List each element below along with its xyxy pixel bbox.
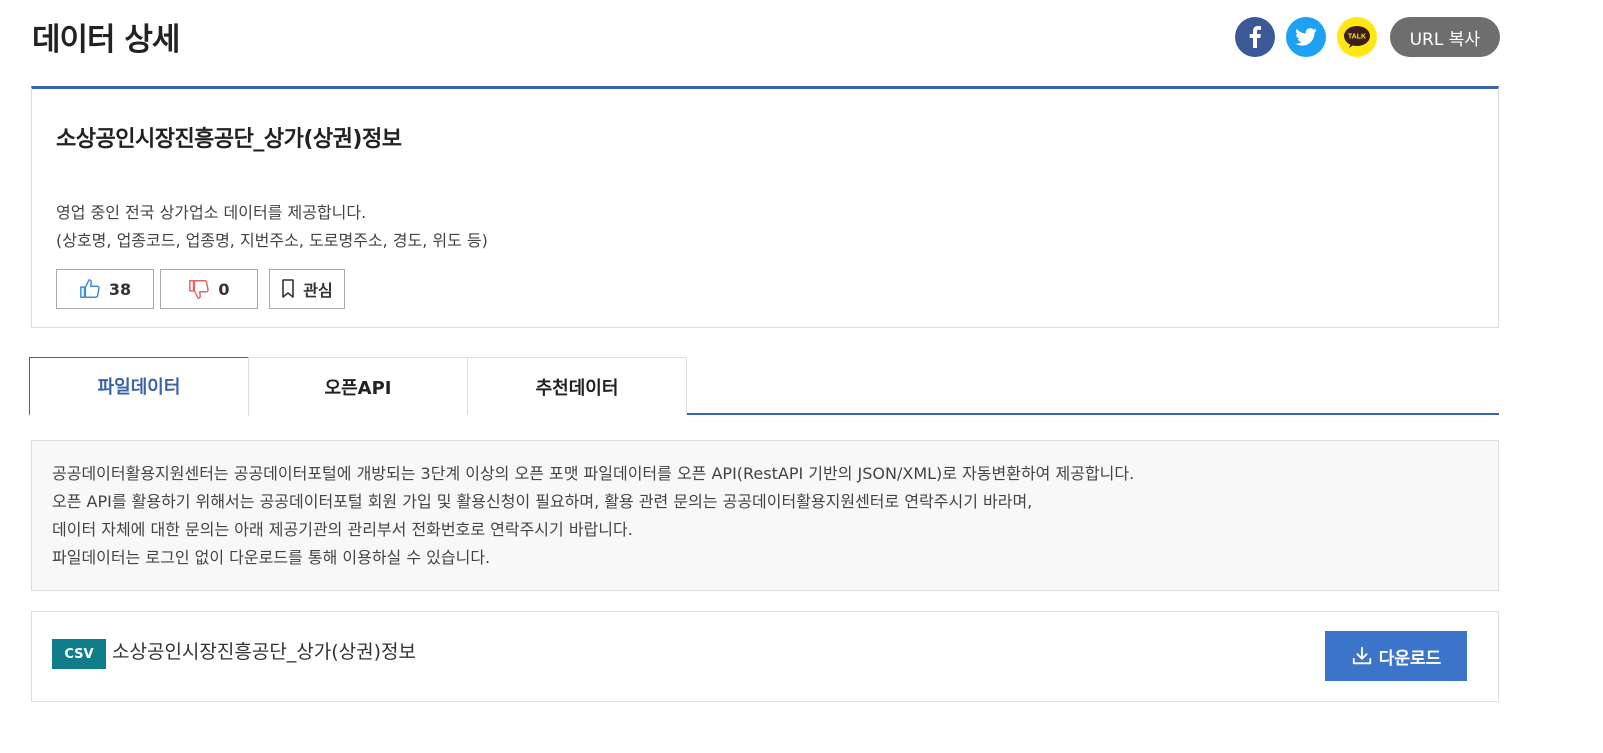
tab-file-data[interactable]: 파일데이터 <box>29 357 249 416</box>
dislike-count: 0 <box>218 279 230 299</box>
download-button[interactable]: 다운로드 <box>1325 631 1467 681</box>
dataset-title: 소상공인시장진흥공단_상가(상권)정보 <box>56 127 402 152</box>
kakaotalk-icon-text: TALK <box>1348 34 1366 41</box>
file-name: 소상공인시장진흥공단_상가(상권)정보 <box>112 641 417 663</box>
dataset-summary-card: 소상공인시장진흥공단_상가(상권)정보 영업 중인 전국 상가업소 데이터를 제… <box>31 86 1499 328</box>
like-count: 38 <box>108 279 132 299</box>
twitter-icon <box>1294 28 1317 46</box>
notice-line: 공공데이터활용지원센터는 공공데이터포털에 개방되는 3단계 이상의 오픈 포맷… <box>52 464 1135 483</box>
url-copy-button[interactable]: URL 복사 <box>1389 17 1500 57</box>
dataset-description: 영업 중인 전국 상가업소 데이터를 제공합니다. (상호명, 업종코드, 업종… <box>56 199 488 255</box>
dislike-button[interactable]: 0 <box>160 269 258 309</box>
thumbs-down-icon <box>189 280 210 299</box>
tab-recommended-data[interactable]: 추천데이터 <box>467 357 687 415</box>
download-icon <box>1352 646 1371 665</box>
favorite-button[interactable]: 관심 <box>269 269 345 309</box>
file-format-badge: CSV <box>52 639 106 669</box>
bookmark-icon <box>282 279 295 298</box>
data-tabs: 파일데이터 오픈API 추천데이터 <box>29 357 1499 416</box>
tab-open-api[interactable]: 오픈API <box>248 357 468 415</box>
facebook-icon <box>1249 26 1261 48</box>
download-label: 다운로드 <box>1378 648 1442 669</box>
dataset-description-line: 영업 중인 전국 상가업소 데이터를 제공합니다. <box>56 203 367 222</box>
notice-line: 파일데이터는 로그인 없이 다운로드를 통해 이용하실 수 있습니다. <box>52 548 491 567</box>
page-title: 데이터 상세 <box>32 22 180 58</box>
notice-box: 공공데이터활용지원센터는 공공데이터포털에 개방되는 3단계 이상의 오픈 포맷… <box>31 440 1499 591</box>
file-item: CSV 소상공인시장진흥공단_상가(상권)정보 다운로드 <box>31 611 1499 702</box>
notice-line: 오픈 API를 활용하기 위해서는 공공데이터포털 회원 가입 및 활용신청이 … <box>52 492 1033 511</box>
dataset-description-line: (상호명, 업종코드, 업종명, 지번주소, 도로명주소, 경도, 위도 등) <box>56 231 488 250</box>
reaction-buttons: 38 0 관심 <box>56 269 345 309</box>
like-button[interactable]: 38 <box>56 269 154 309</box>
thumbs-up-icon <box>79 279 100 298</box>
notice-line: 데이터 자체에 대한 문의는 아래 제공기관의 관리부서 전화번호로 연락주시기… <box>52 520 633 539</box>
share-bar: TALK URL 복사 <box>1234 17 1500 57</box>
facebook-share-button[interactable] <box>1234 17 1275 57</box>
kakaotalk-share-button[interactable]: TALK <box>1336 17 1377 57</box>
favorite-label: 관심 <box>303 281 333 300</box>
twitter-share-button[interactable] <box>1285 17 1326 57</box>
kakaotalk-icon: TALK <box>1343 26 1370 48</box>
